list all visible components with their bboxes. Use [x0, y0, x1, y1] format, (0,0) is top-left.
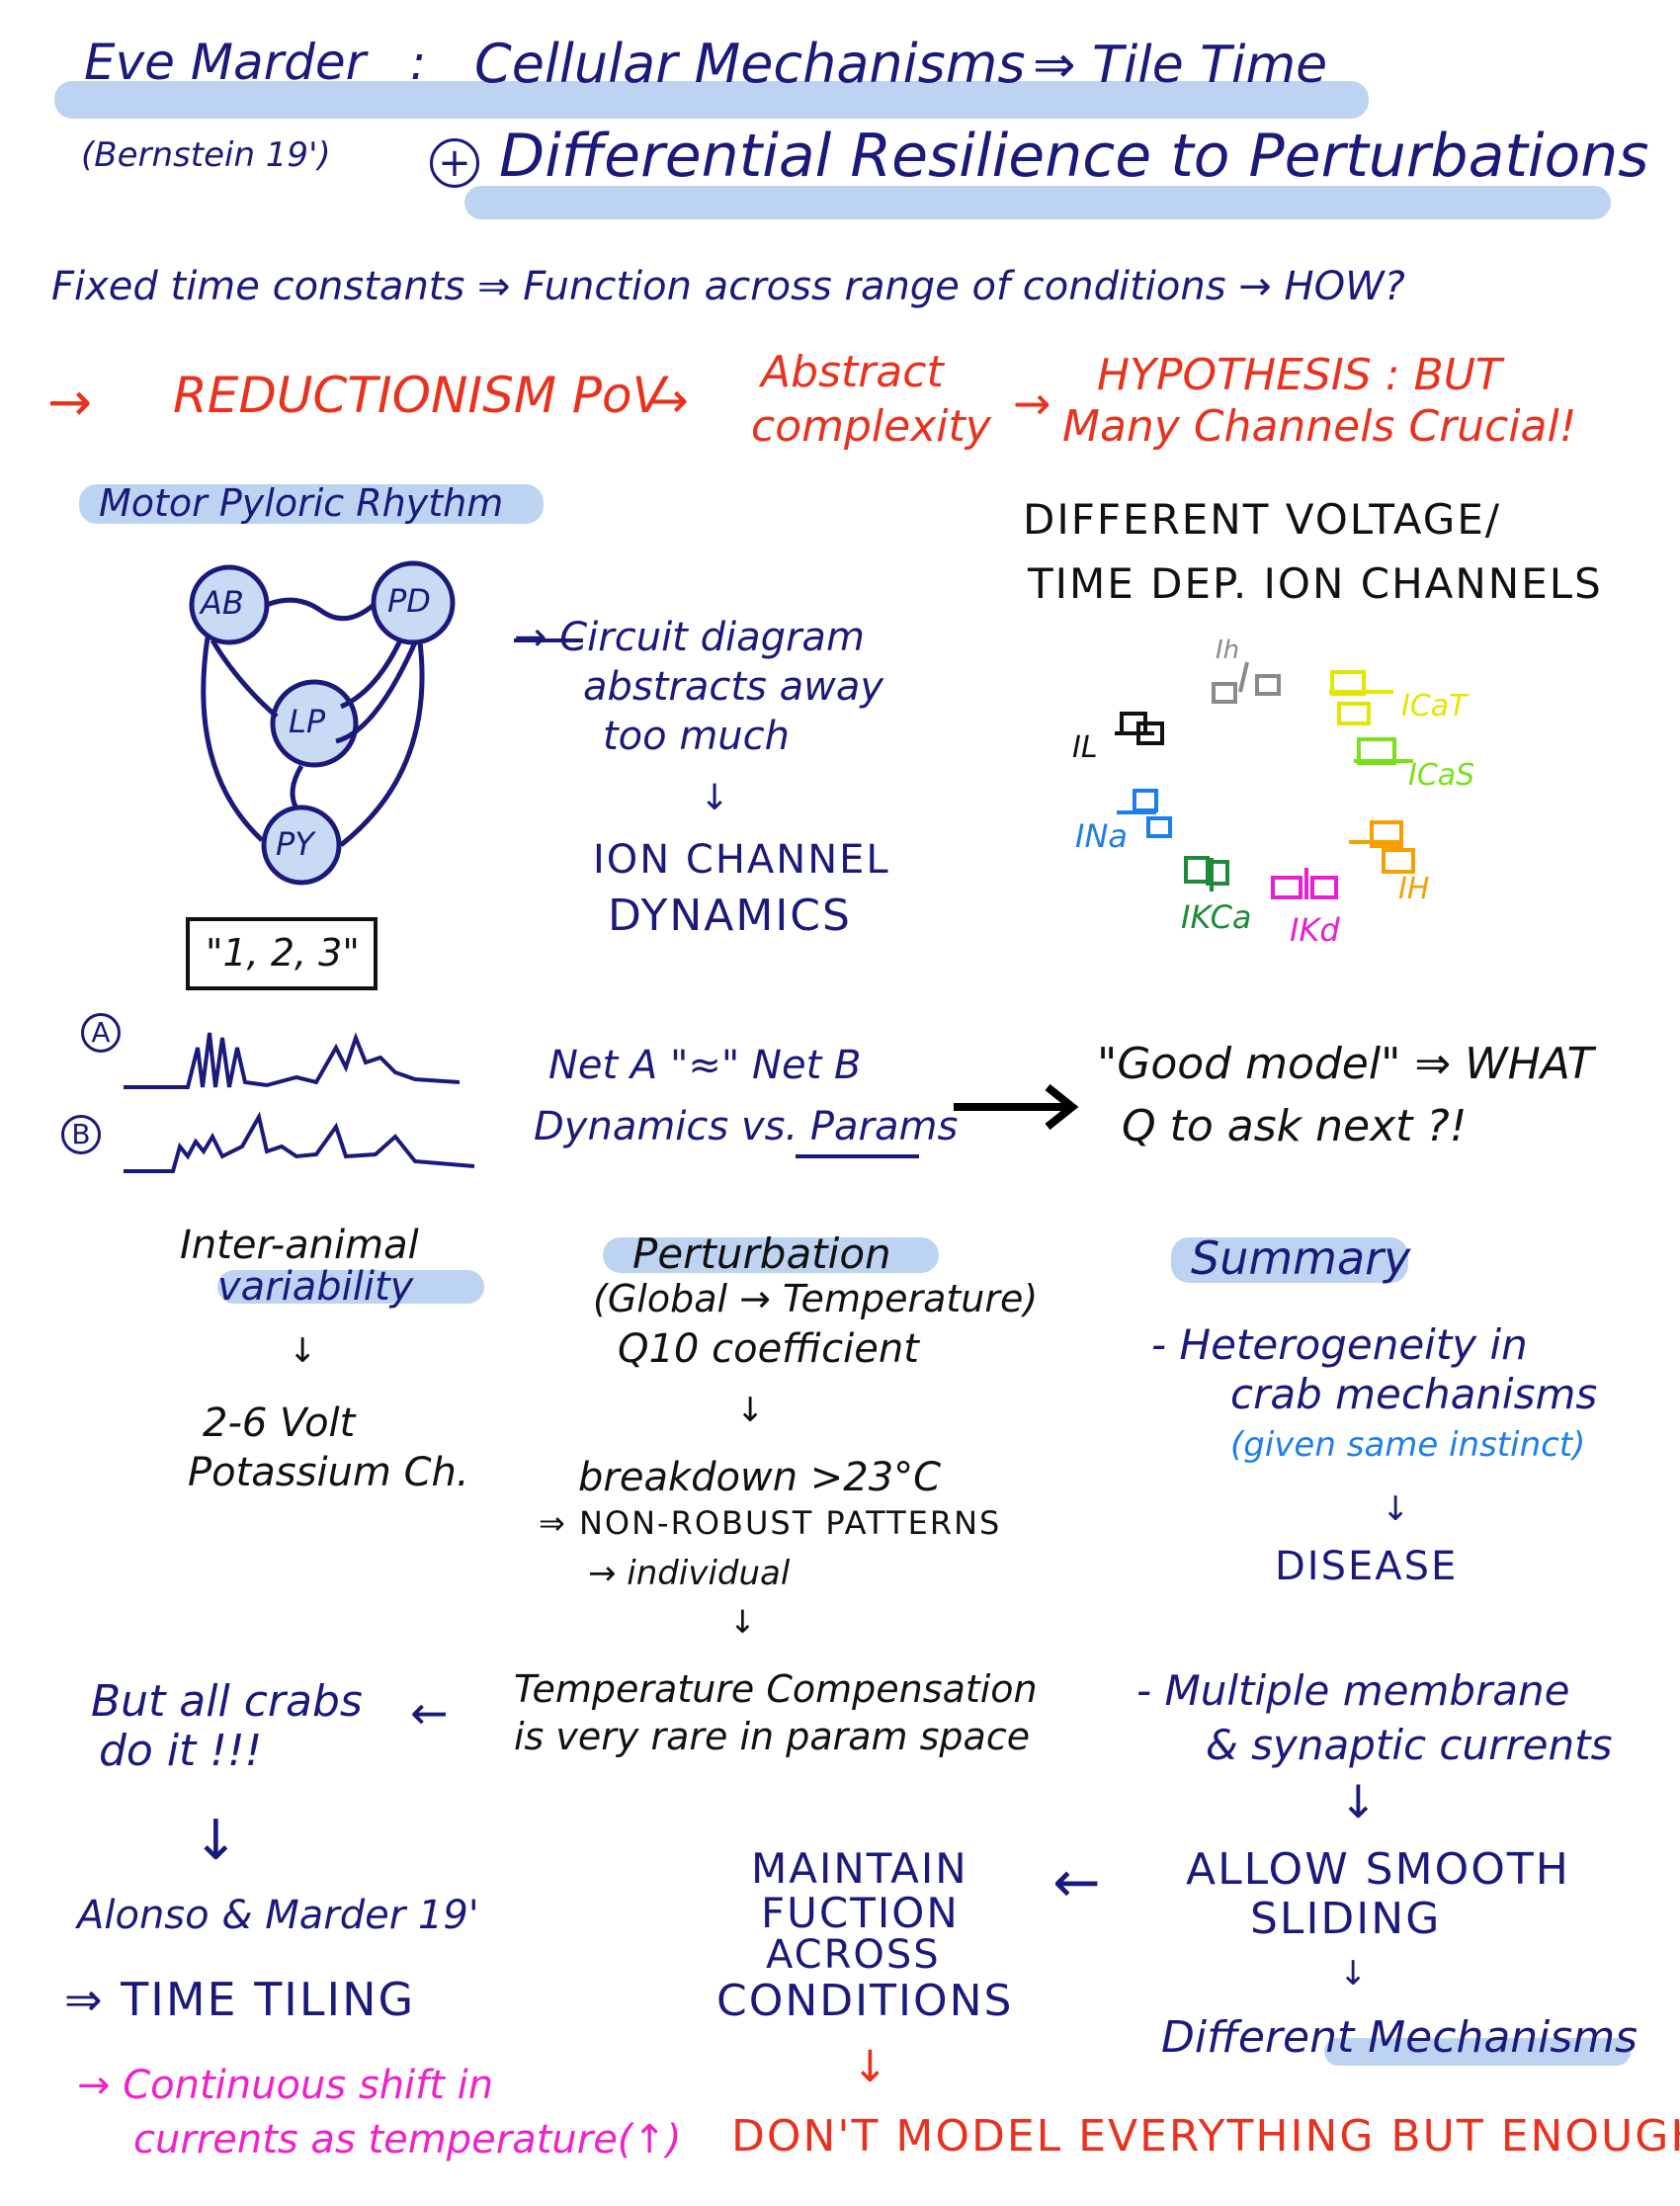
summary-b1-l3: (given same instinct)	[1230, 1425, 1586, 1465]
crabs-arrow: ←	[410, 1686, 449, 1739]
compensation-l1: Temperature Compensation	[514, 1667, 1038, 1711]
maintain-l3: ACROSS	[766, 1932, 941, 1978]
maintain-l1: MAINTAIN	[751, 1844, 968, 1893]
compensation-l2: is very rare in param space	[514, 1715, 1031, 1758]
perturbation-down: ↓	[736, 1391, 765, 1430]
alonso-citation: Alonso & Marder 19'	[77, 1893, 479, 1938]
sliding-l1: ALLOW SMOOTH	[1186, 1844, 1570, 1895]
time-tiling: ⇒ TIME TILING	[64, 1973, 416, 2026]
different-mechanisms: Different Mechanisms	[1161, 2012, 1638, 2063]
summary-down-3: ↓	[1339, 1954, 1368, 1994]
maintain-l2: FUCTION	[761, 1889, 960, 1937]
conclusion-down: ↓	[852, 2042, 888, 2092]
individual: → individual	[588, 1554, 791, 1593]
summary-down: ↓	[1382, 1489, 1410, 1529]
perturbation-down-2: ↓	[729, 1603, 756, 1641]
summary-b2-l2: & synaptic currents	[1206, 1721, 1613, 1769]
shift-l1: → Continuous shift in	[77, 2063, 494, 2108]
crabs-l1: But all crabs	[91, 1676, 363, 1727]
sliding-l2: SLIDING	[1250, 1894, 1442, 1944]
good-model-l1: "Good model" ⇒ WHAT	[1097, 1039, 1594, 1089]
non-robust: ⇒ NON-ROBUST PATTERNS	[539, 1504, 1002, 1542]
summary-b2-l1: - Multiple membrane	[1136, 1666, 1570, 1715]
variability-r1: 2-6 Volt	[203, 1400, 356, 1446]
summary-b1-l2: crab mechanisms	[1230, 1370, 1598, 1418]
summary-b1-l1: - Heterogeneity in	[1151, 1320, 1528, 1369]
maintain-arrow: ←	[1052, 1848, 1101, 1915]
summary-title: Summary	[1191, 1231, 1411, 1285]
good-model-l2: Q to ask next ?!	[1122, 1101, 1468, 1151]
variability-r2: Potassium Ch.	[188, 1450, 469, 1495]
perturbation-l2: Q10 coefficient	[618, 1326, 919, 1372]
perturbation-title: Perturbation	[632, 1230, 891, 1278]
conclusion: DON'T MODEL EVERYTHING BUT ENOUGH	[731, 2111, 1680, 2162]
perturbation-l1: (Global → Temperature)	[593, 1277, 1039, 1320]
variability-l2: variability	[217, 1264, 414, 1310]
breakdown: breakdown >23°C	[578, 1455, 942, 1500]
summary-down-2: ↓	[1339, 1775, 1378, 1828]
net-comparison-l1: Net A "≈" Net B	[548, 1043, 862, 1088]
shift-l2: currents as temperature(↑)	[133, 2117, 682, 2163]
variability-down: ↓	[289, 1331, 317, 1371]
disease: DISEASE	[1275, 1544, 1459, 1589]
crabs-l2: do it !!!	[99, 1726, 263, 1776]
crabs-down: ↓	[193, 1809, 239, 1873]
net-comparison-l2: Dynamics vs. Params	[534, 1104, 959, 1149]
variability-l1: Inter-animal	[180, 1223, 419, 1268]
maintain-l4: CONDITIONS	[716, 1976, 1014, 2026]
